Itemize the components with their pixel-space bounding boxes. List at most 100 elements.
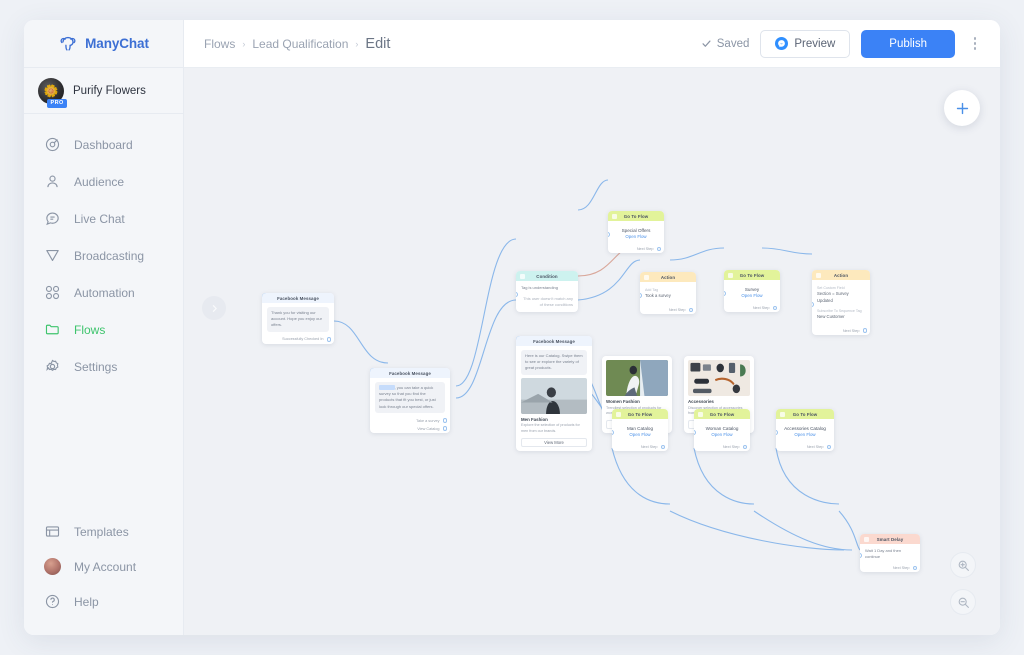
node-condition[interactable]: Condition Tag is understanding This user… [516,271,578,312]
port-dot[interactable] [656,246,661,251]
sidebar-item-my-account[interactable]: My Account [24,549,183,584]
goto-flow-icon [698,411,703,417]
port-label: Next Step [640,444,658,449]
card-view-more-button[interactable]: View More [521,437,587,447]
node-header: Action [812,270,870,280]
open-flow-link[interactable]: Open Flow [781,432,829,439]
open-flow-link[interactable]: Open Flow [699,432,745,439]
sidebar: ManyChat 🌼 PRO Purify Flowers Dashboard … [24,20,184,635]
primary-nav: Dashboard Audience Live Chat Broadcastin… [24,114,183,385]
node-port[interactable]: Next Step [724,304,780,312]
kebab-menu-icon[interactable] [966,33,984,55]
sidebar-item-help[interactable]: Help [24,584,183,619]
breadcrumb-item-lead-qualification[interactable]: Lead Qualification [252,37,348,51]
node-header: Smart Delay [860,534,920,544]
manychat-logo-icon [60,36,76,51]
node-header: Action [640,272,696,282]
port-label: Successfully Checked In [282,337,324,342]
port-dot[interactable] [912,565,917,570]
port-dot[interactable] [742,444,747,449]
card-title: Accessories [688,399,714,404]
card-title: Women Fashion [606,399,640,404]
node-header: Go To Flow [608,211,664,221]
flow-canvas[interactable]: Facebook Message Thank you for visiting … [184,68,1000,635]
port-dot[interactable] [442,426,447,431]
sidebar-item-dashboard[interactable]: Dashboard [24,126,183,163]
sidebar-item-label: Help [74,594,99,609]
node-body: Man Catalog Open Flow [612,419,668,443]
node-goto-man-catalog[interactable]: Go To Flow Man Catalog Open Flow Next St… [612,409,668,451]
condition-icon [520,273,525,279]
zoom-out-icon [958,597,969,608]
node-port[interactable]: Next Step [612,443,668,451]
breadcrumb-separator: › [355,38,359,49]
open-flow-link[interactable]: Open Flow [613,234,659,241]
action-value: Took a survey [645,293,671,299]
audience-icon [47,175,58,188]
node-port[interactable]: Next Step [608,245,664,253]
sidebar-item-live-chat[interactable]: Live Chat [24,200,183,237]
node-special-offers[interactable]: Go To Flow Special Offers Open Flow Next… [608,211,664,253]
sidebar-item-settings[interactable]: Settings [24,348,183,385]
zoom-controls [950,552,976,615]
node-port[interactable]: View Catalog [370,425,450,433]
port-dot[interactable] [772,305,777,310]
node-port[interactable]: Next Step [776,443,834,451]
node-intro-message[interactable]: Facebook Message Hi Name, you can take a… [370,368,450,433]
message-bubble: Thank you for visiting our account. Hope… [267,307,329,332]
preview-button[interactable]: Preview [760,29,851,58]
node-header: Go To Flow [776,409,834,419]
node-action-survey-tag[interactable]: Action Add Tag Took a survey Next Step [640,272,696,315]
collapse-panel-button[interactable] [202,296,226,320]
node-action-new-customer[interactable]: Action Set Custom Field Section = Survey… [812,270,870,335]
node-smart-delay[interactable]: Smart Delay Wait 1 Day and then continue… [860,534,920,572]
breadcrumb-item-flows[interactable]: Flows [204,37,235,51]
node-gallery-message[interactable]: Facebook Message Here is our Catalog. Sw… [516,336,592,451]
node-port[interactable]: Next Step [694,443,750,451]
zoom-in-button[interactable] [950,552,976,578]
node-port[interactable]: Take a survey [370,417,450,425]
sidebar-item-broadcasting[interactable]: Broadcasting [24,237,183,274]
action-value: New Customer [817,314,845,320]
port-dot[interactable] [862,328,867,333]
flow-title: Man Catalog [626,426,654,431]
sidebar-item-flows[interactable]: Flows [24,311,183,348]
open-flow-link[interactable]: Open Flow [617,432,663,439]
node-port[interactable]: Next Step [640,306,696,314]
sidebar-item-label: Audience [74,174,125,189]
card-image-women-fashion [606,360,668,396]
port-dot[interactable] [826,444,831,449]
brand-logo-area[interactable]: ManyChat [24,20,183,68]
node-body: Thank you for visiting our account. Hope… [262,303,334,336]
port-dot[interactable] [688,307,693,313]
node-goto-survey[interactable]: Go To Flow Survey Open Flow Next Step [724,270,780,312]
port-dot[interactable] [660,444,665,449]
port-dot[interactable] [326,337,331,342]
sidebar-item-templates[interactable]: Templates [24,514,183,549]
gallery-card[interactable]: Men Fashion Explore the selection of pro… [521,377,587,447]
sidebar-item-audience[interactable]: Audience [24,163,183,200]
node-goto-accessories-catalog[interactable]: Go To Flow Accessories Catalog Open Flow… [776,409,834,451]
node-welcome-message[interactable]: Facebook Message Thank you for visiting … [262,293,334,344]
merge-field-highlight: Hi Name [379,385,395,390]
account-switcher[interactable]: 🌼 PRO Purify Flowers [24,68,183,114]
sidebar-item-automation[interactable]: Automation [24,274,183,311]
publish-button[interactable]: Publish [861,29,955,58]
port-dot[interactable] [442,418,447,423]
node-header: Go To Flow [694,409,750,419]
node-body: Special Offers Open Flow [608,221,664,245]
action-field: Add Tag Took a survey [645,286,691,302]
help-icon [45,594,60,609]
node-port[interactable]: Successfully Checked In [262,336,334,344]
add-node-button[interactable] [944,90,980,126]
node-port[interactable]: Next Step [860,564,920,572]
node-port[interactable]: Next Step [812,327,870,335]
secondary-nav: Templates My Account Help [24,514,183,635]
node-goto-woman-catalog[interactable]: Go To Flow Woman Catalog Open Flow Next … [694,409,750,451]
action-field: Set Custom Field Section = Survey Update… [817,284,865,307]
open-flow-link[interactable]: Open Flow [729,293,775,300]
node-header: Facebook Message [516,336,592,346]
kebab-dot [973,42,977,45]
zoom-out-button[interactable] [950,589,976,615]
delay-text: Wait 1 Day and then continue [865,548,902,559]
